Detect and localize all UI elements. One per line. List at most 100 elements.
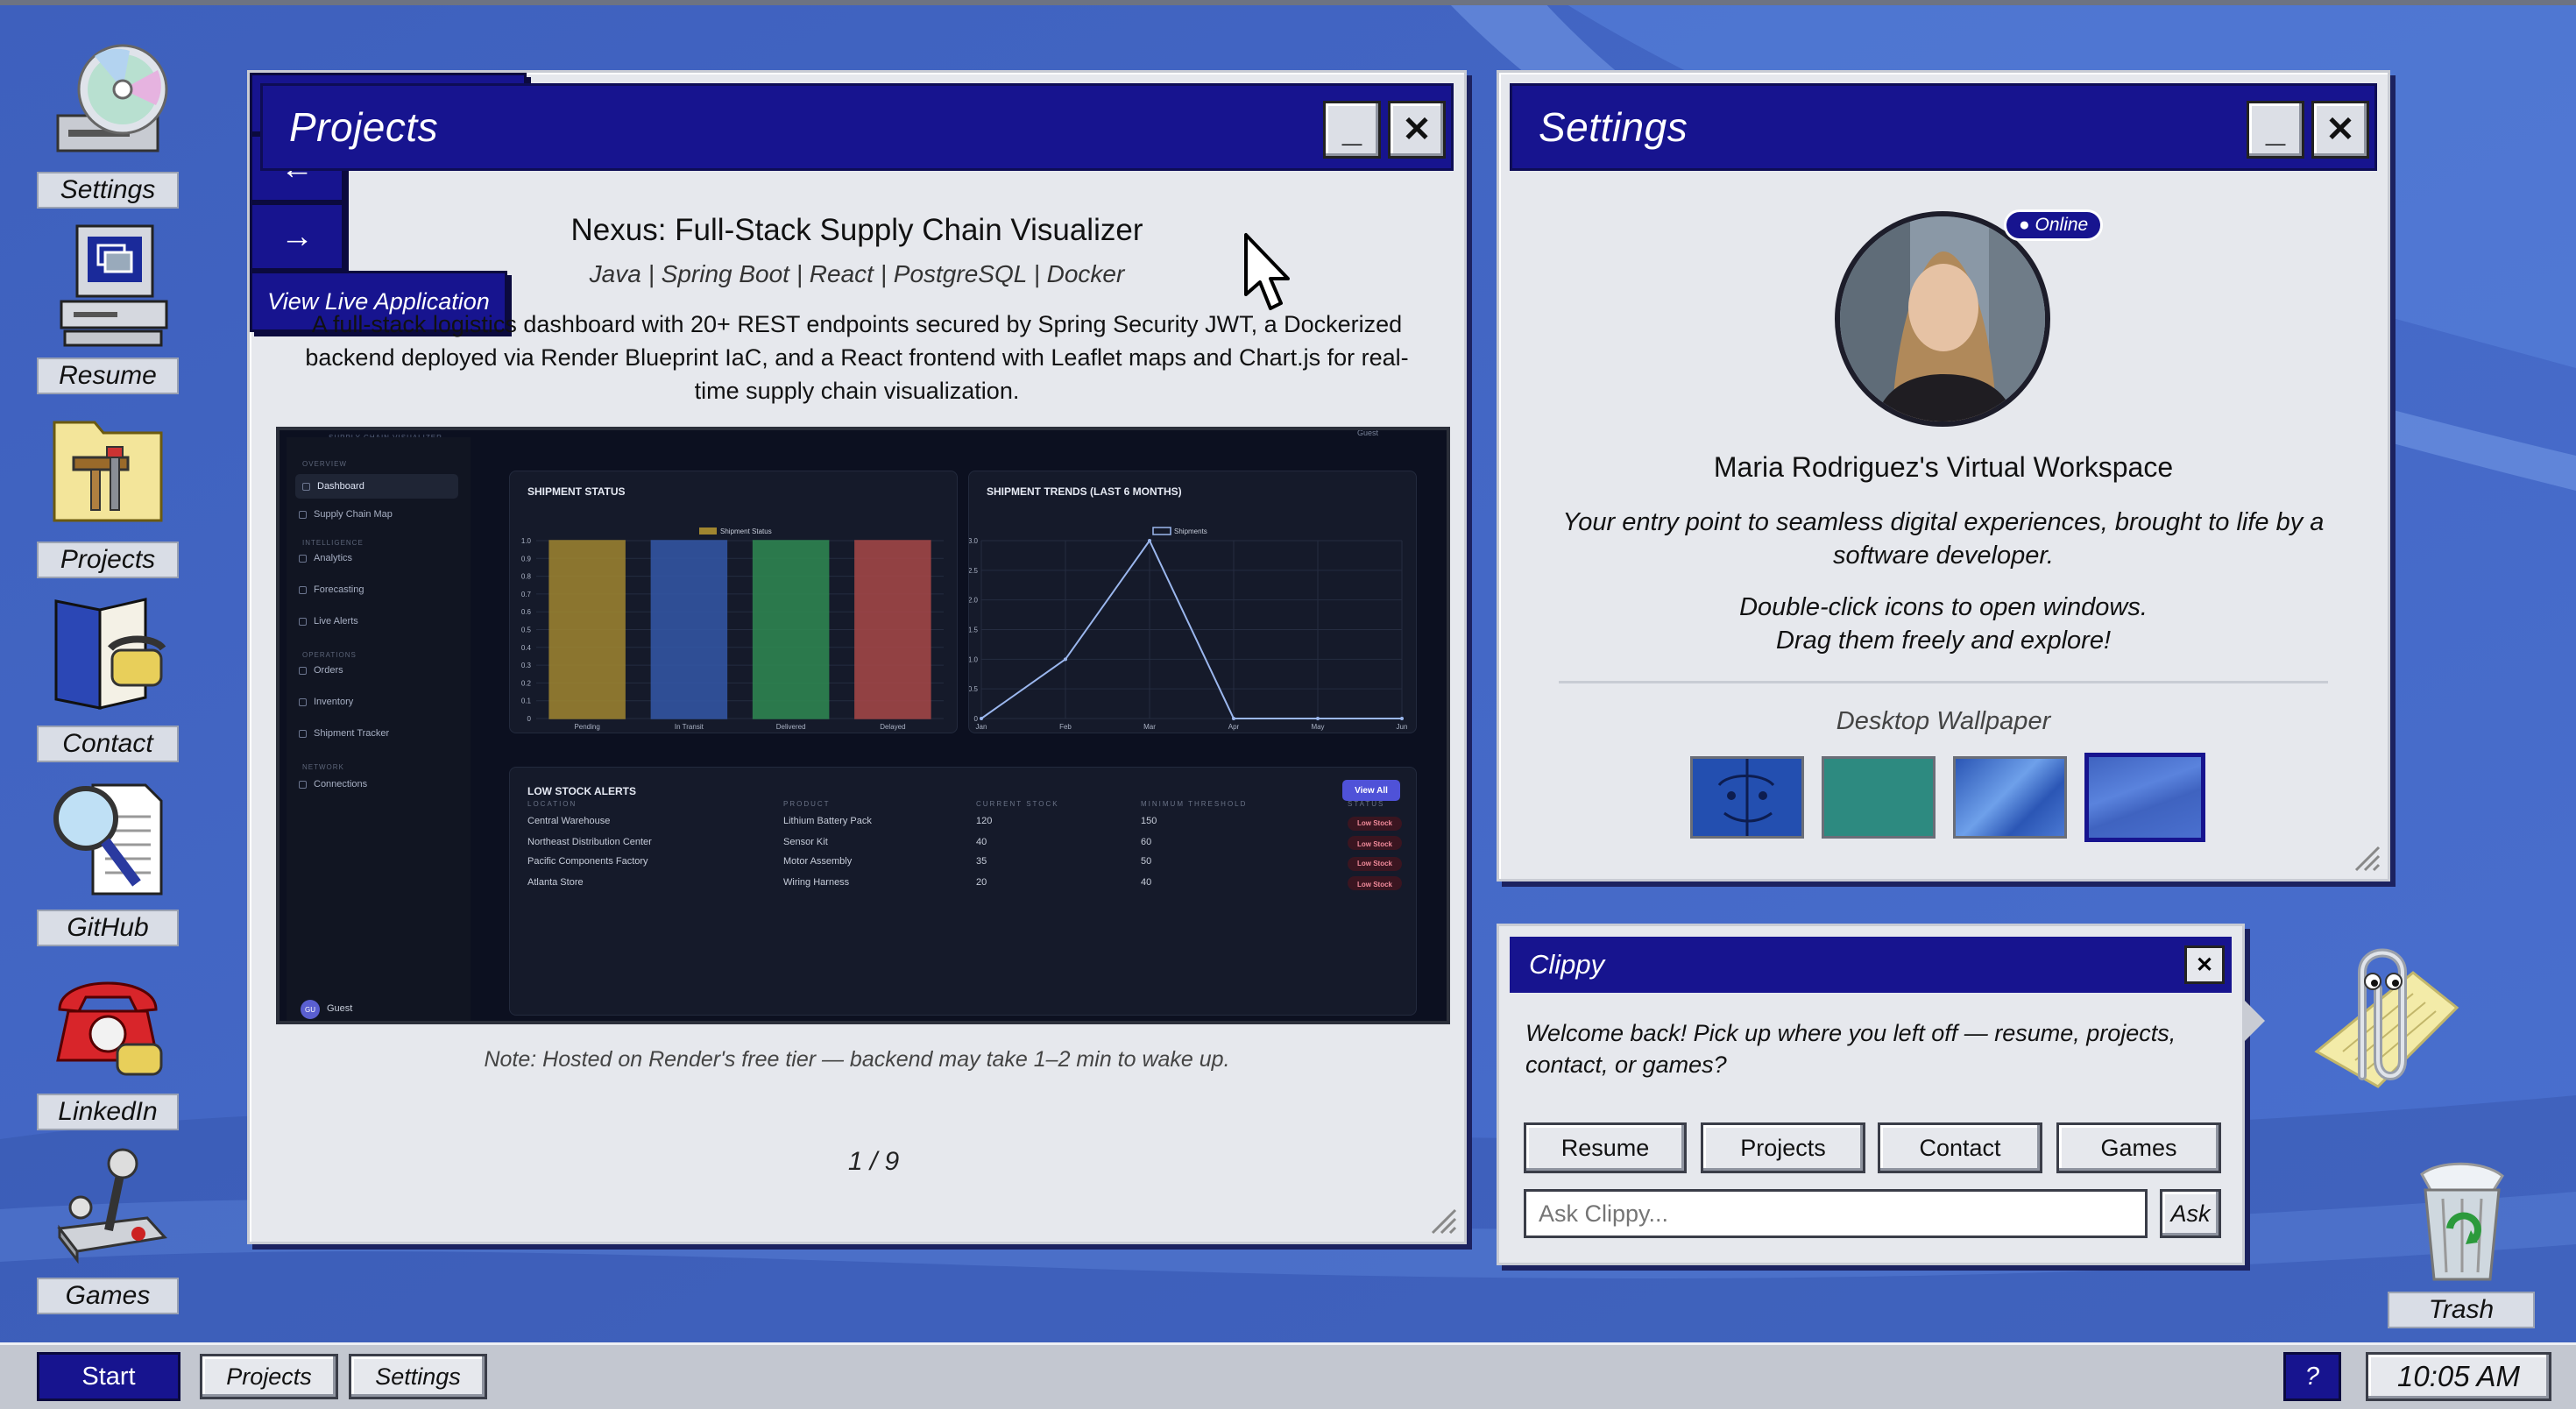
- data-point: [1148, 539, 1151, 542]
- nav-label: Live Alerts: [314, 616, 358, 627]
- stack-icon: [299, 697, 307, 706]
- nav-section: INTELLIGENCE: [302, 539, 364, 547]
- x-tick-label: Jun: [1397, 723, 1408, 731]
- projects-titlebar[interactable]: Projects _ ✕: [260, 83, 1454, 171]
- desktop-icon-label: Trash: [2388, 1292, 2535, 1328]
- y-tick-label: 0.6: [521, 608, 532, 616]
- desktop-icon-github[interactable]: GitHub: [37, 773, 179, 948]
- resize-grip-icon[interactable]: [1427, 1205, 1457, 1235]
- clippy-resume-button[interactable]: Resume: [1524, 1122, 1687, 1173]
- resize-grip-icon[interactable]: [2351, 842, 2381, 872]
- x-tick-label: In Transit: [675, 723, 704, 731]
- clippy-input[interactable]: [1524, 1189, 2148, 1238]
- avatar: GU: [301, 1000, 320, 1019]
- x-tick-label: Feb: [1059, 723, 1072, 731]
- table-cell: Sensor Kit: [783, 837, 828, 847]
- screenshot-sidebar: OVERVIEW Dashboard Supply Chain Map INTE…: [287, 437, 471, 1021]
- legend-label: Shipments: [1174, 527, 1207, 535]
- chart-icon: [299, 554, 307, 563]
- close-button[interactable]: ✕: [2311, 101, 2369, 159]
- project-description: A full-stack logistics dashboard with 20…: [305, 311, 1409, 404]
- y-tick-label: 0.3: [521, 662, 532, 669]
- clock: 10:05 AM: [2366, 1352, 2551, 1401]
- desktop-icon-projects[interactable]: Projects: [37, 405, 179, 580]
- nav-orders: Orders: [299, 665, 343, 676]
- help-button[interactable]: ?: [2283, 1352, 2341, 1401]
- table-cell: Northeast Distribution Center: [527, 837, 652, 847]
- close-button[interactable]: ✕: [1388, 101, 1446, 159]
- taskbar-item-projects[interactable]: Projects: [200, 1354, 338, 1399]
- shipment-trends-chart: 0 0.5 1.0 1.5 2.0 2.5 3.0 Jan Feb Mar Apr May Jun Shi…: [969, 527, 1408, 731]
- window-title: Projects: [289, 104, 439, 150]
- profile-avatar: [1835, 211, 2050, 427]
- home-icon: [302, 482, 310, 491]
- wallpaper-option-teal[interactable]: [1822, 756, 1936, 839]
- workspace-tagline: Your entry point to seamless digital exp…: [1562, 508, 2325, 570]
- nav-label: Forecasting: [314, 584, 364, 595]
- x-tick-label: Pending: [574, 723, 599, 731]
- trend-icon: [299, 585, 307, 594]
- minimize-button[interactable]: _: [2247, 101, 2304, 159]
- clippy-games-button[interactable]: Games: [2056, 1122, 2221, 1173]
- clippy-message: Welcome back! Pick up where you left off…: [1525, 1020, 2176, 1078]
- desktop-icon-games[interactable]: Games: [37, 1141, 179, 1316]
- nav-forecasting: Forecasting: [299, 584, 364, 595]
- shipment-status-chart: 0 0.1 0.2 0.3 0.4 0.5 0.6 0.7 0.8 0.9 1.0 Pending In…: [521, 527, 944, 731]
- clippy-paperclip-icon[interactable]: [2282, 920, 2474, 1104]
- nav-section: NETWORK: [302, 763, 344, 771]
- y-tick-label: 2.0: [969, 597, 979, 605]
- clippy-titlebar[interactable]: Clippy ✕: [1510, 937, 2232, 993]
- clippy-ask-button[interactable]: Ask: [2160, 1189, 2221, 1238]
- bar: [854, 540, 931, 719]
- low-stock-title: LOW STOCK ALERTS: [527, 785, 636, 797]
- bar: [548, 540, 626, 719]
- workspace-title: Maria Rodriguez's Virtual Workspace: [1713, 451, 2174, 483]
- wallpaper-option-selected[interactable]: [2084, 753, 2205, 842]
- desktop-icon-contact[interactable]: Contact: [37, 589, 179, 764]
- desktop-icon-label: Contact: [37, 726, 179, 762]
- link-icon: [299, 780, 307, 789]
- toolbox-folder-icon: [42, 405, 173, 536]
- table-cell: Wiring Harness: [783, 877, 850, 888]
- bar: [650, 540, 728, 719]
- minimize-button[interactable]: _: [1323, 101, 1381, 159]
- settings-titlebar[interactable]: Settings _ ✕: [1510, 83, 2377, 171]
- legend-swatch: [1152, 527, 1171, 535]
- clippy-projects-button[interactable]: Projects: [1701, 1122, 1865, 1173]
- nav-connections: Connections: [299, 779, 367, 789]
- y-tick-label: 0.1: [521, 697, 532, 705]
- y-tick-label: 3.0: [969, 537, 979, 545]
- table-header: STATUS: [1348, 799, 1385, 808]
- wallpaper-option-mac[interactable]: [1690, 756, 1804, 839]
- hosting-note: Note: Hosted on Render's free tier — bac…: [484, 1047, 1230, 1072]
- table-cell: 40: [976, 837, 987, 847]
- data-point: [980, 717, 983, 720]
- screenshot-user-top: Guest: [1357, 428, 1379, 437]
- table-header: CURRENT STOCK: [976, 799, 1059, 808]
- status-pill: Low Stock: [1348, 876, 1402, 890]
- desktop-icon-trash[interactable]: Trash: [2388, 1155, 2535, 1330]
- desktop-icon-linkedin[interactable]: LinkedIn: [37, 957, 179, 1132]
- wallpaper-option-blue-swirl[interactable]: [1953, 756, 2067, 839]
- table-cell: Lithium Battery Pack: [783, 817, 872, 827]
- clippy-contact-button[interactable]: Contact: [1878, 1122, 2042, 1173]
- joystick-icon: [42, 1141, 173, 1272]
- settings-window[interactable]: Settings _ ✕ ● Online Maria Rodriguez's …: [1497, 70, 2390, 882]
- table-cell: 150: [1141, 817, 1157, 827]
- start-button[interactable]: Start: [37, 1352, 180, 1401]
- desktop-icon-label: Resume: [37, 358, 179, 394]
- desktop-icon-settings[interactable]: Settings: [37, 35, 179, 210]
- clippy-close-button[interactable]: ✕: [2184, 945, 2225, 984]
- status-badge: ● Online: [2004, 209, 2104, 241]
- clippy-dialog[interactable]: Clippy ✕ Welcome back! Pick up where you…: [1497, 924, 2265, 1265]
- nav-label: Connections: [314, 779, 368, 789]
- y-tick-label: 0.5: [521, 627, 532, 634]
- shipment-trends-card: SHIPMENT TRENDS (LAST 6 MONTHS) 00.51.01…: [968, 471, 1417, 733]
- computer-icon: [42, 221, 173, 352]
- table-cell: 35: [976, 857, 987, 867]
- taskbar-item-settings[interactable]: Settings: [349, 1354, 487, 1399]
- desktop-icon-resume[interactable]: Resume: [37, 221, 179, 396]
- table-cell: Central Warehouse: [527, 817, 611, 827]
- nav-label: Inventory: [314, 697, 354, 707]
- data-point: [1400, 717, 1404, 720]
